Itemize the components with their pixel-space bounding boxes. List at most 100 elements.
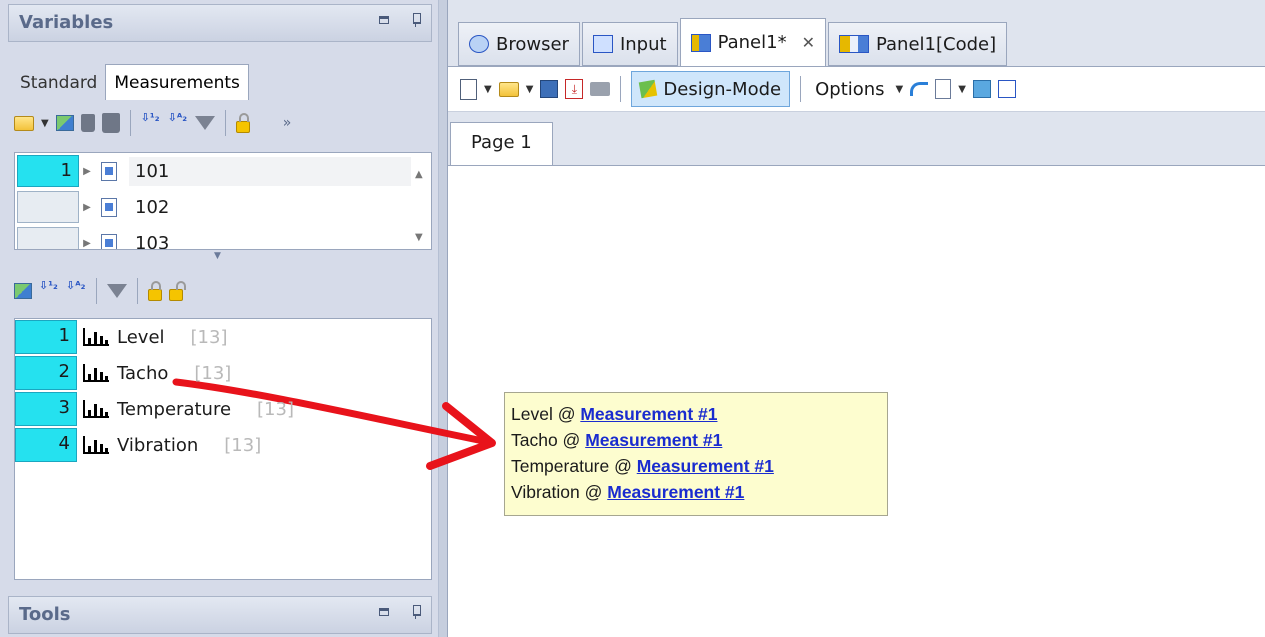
channel-row[interactable]: 1 Level [13]	[15, 319, 431, 355]
channel-count: [13]	[224, 434, 262, 456]
data-line: Tacho @ Measurement #1	[511, 427, 881, 453]
overflow-chevron-icon[interactable]: »	[283, 115, 292, 131]
list-item[interactable]: ▶ 102	[15, 189, 431, 225]
chevron-down-icon[interactable]: ▼	[896, 84, 904, 95]
design-mode-label: Design-Mode	[663, 78, 782, 100]
delete-icon[interactable]	[80, 114, 95, 132]
list-item[interactable]: ▶ 103	[15, 225, 431, 250]
filter-icon[interactable]	[107, 284, 127, 298]
channel-row[interactable]: 3 Temperature [13]	[15, 391, 431, 427]
tab-browser[interactable]: Browser	[458, 22, 580, 66]
input-icon	[592, 35, 613, 53]
tab-panel1-code[interactable]: Panel1[Code]	[827, 22, 1008, 66]
tab-page-1[interactable]: Page 1	[450, 122, 553, 166]
pdf-icon[interactable]: ⤓	[565, 79, 584, 99]
channels-toolbar: ⇩¹₂ ⇩ᴬ₂	[14, 278, 186, 304]
undo-icon[interactable]	[910, 82, 929, 96]
tab-input[interactable]: Input	[581, 22, 678, 66]
row-index	[17, 191, 79, 223]
document-tabs: Browser Input Panel1* ✕ Panel1[Code]	[458, 18, 1008, 66]
chevron-down-icon[interactable]: ▼	[958, 84, 966, 95]
save-icon[interactable]	[540, 80, 559, 98]
vertical-splitter[interactable]	[438, 0, 448, 637]
channel-name: Vibration	[117, 434, 199, 456]
expand-icon[interactable]: ▶	[79, 202, 95, 213]
row-index: 1	[17, 155, 79, 187]
channel-reference-box[interactable]: Level @ Measurement #1 Tacho @ Measureme…	[504, 392, 888, 516]
restore-pane-button[interactable]	[379, 608, 389, 616]
toolbar-separator	[96, 278, 97, 304]
panel-icon	[690, 33, 711, 52]
chevron-down-icon[interactable]: ▼	[41, 118, 49, 129]
tab-standard[interactable]: Standard	[12, 65, 105, 100]
restore-pane-button[interactable]	[379, 16, 389, 24]
tab-panel1[interactable]: Panel1* ✕	[679, 18, 826, 66]
document-area: Browser Input Panel1* ✕ Panel1[Code] ▼ ▼…	[448, 0, 1265, 637]
channel-prefix: Tacho @	[511, 430, 586, 450]
channel-name: Tacho	[117, 362, 169, 384]
tab-measurements[interactable]: Measurements	[105, 64, 249, 100]
scroll-up-icon[interactable]: ▲	[415, 169, 423, 180]
design-mode-button[interactable]: Design-Mode	[631, 71, 791, 107]
chevron-down-icon[interactable]: ▼	[526, 84, 534, 95]
sort-ascending-icon[interactable]: ⇩¹₂	[141, 112, 161, 133]
close-icon[interactable]: ✕	[802, 33, 815, 52]
unlock-icon[interactable]	[169, 280, 186, 301]
list-item[interactable]: 1 ▶ 101	[15, 153, 431, 189]
export-icon[interactable]	[997, 80, 1016, 98]
histogram-icon	[83, 400, 109, 418]
measurement-icon	[101, 233, 117, 249]
toolbar-separator	[800, 76, 802, 102]
new-document-icon[interactable]	[460, 78, 477, 100]
row-index: 3	[15, 392, 77, 426]
measurement-list-scrollbar[interactable]: ▲ ▼	[411, 153, 431, 249]
pin-pane-button[interactable]	[411, 605, 421, 619]
measurement-link[interactable]: Measurement #1	[637, 456, 774, 476]
splitter-grip-icon[interactable]: ▼	[214, 251, 221, 261]
expand-icon[interactable]: ▶	[79, 166, 95, 177]
filter-icon[interactable]	[194, 116, 215, 130]
channel-row[interactable]: 4 Vibration [13]	[15, 427, 431, 463]
tools-pane-header: Tools	[8, 596, 432, 634]
measurement-name: 103	[135, 232, 170, 250]
histogram-icon	[83, 436, 109, 454]
scroll-down-icon[interactable]: ▼	[415, 232, 423, 243]
browser-icon	[469, 35, 489, 53]
open-folder-icon[interactable]	[14, 115, 34, 131]
print-icon[interactable]	[590, 82, 611, 96]
page-icon[interactable]	[935, 79, 952, 99]
pencil-icon	[639, 79, 658, 99]
channel-list: 1 Level [13] 2 Tacho [13] 3 Temperature …	[14, 318, 432, 580]
chart-icon[interactable]	[55, 115, 74, 131]
panel-canvas[interactable]: Level @ Measurement #1 Tacho @ Measureme…	[448, 165, 1265, 637]
row-index: 2	[15, 356, 77, 390]
tools-pane-title: Tools	[19, 604, 71, 625]
measurement-name: 101	[129, 156, 431, 186]
sort-descending-icon[interactable]: ⇩ᴬ₂	[168, 112, 188, 133]
lock-icon[interactable]	[235, 112, 250, 133]
tab-label: Panel1[Code]	[875, 33, 997, 55]
sort-ascending-icon[interactable]: ⇩¹₂	[39, 280, 59, 301]
sort-descending-icon[interactable]: ⇩ᴬ₂	[66, 280, 86, 301]
channel-row[interactable]: 2 Tacho [13]	[15, 355, 431, 391]
measurements-toolbar: ▼ ⇩¹₂ ⇩ᴬ₂ »	[14, 110, 434, 136]
delete-all-icon[interactable]	[101, 113, 120, 133]
open-folder-icon[interactable]	[498, 81, 519, 97]
tab-label: Panel1*	[717, 32, 787, 53]
variables-pane: Variables Standard Measurements ▼ ⇩¹₂ ⇩ᴬ…	[0, 0, 438, 637]
pin-pane-button[interactable]	[411, 13, 421, 27]
options-menu[interactable]: Options	[811, 79, 888, 100]
measurement-link[interactable]: Measurement #1	[607, 482, 744, 502]
histogram-icon	[83, 364, 109, 382]
expand-icon[interactable]: ▶	[79, 238, 95, 249]
channel-prefix: Temperature @	[511, 456, 637, 476]
measurement-link[interactable]: Measurement #1	[580, 404, 717, 424]
channel-name: Level	[117, 326, 165, 348]
chevron-down-icon[interactable]: ▼	[484, 84, 492, 95]
measurement-link[interactable]: Measurement #1	[585, 430, 722, 450]
channel-name: Temperature	[117, 398, 232, 420]
chart-icon[interactable]	[14, 283, 32, 299]
import-icon[interactable]	[972, 80, 991, 98]
row-index: 1	[15, 320, 77, 354]
lock-icon[interactable]	[148, 280, 162, 301]
